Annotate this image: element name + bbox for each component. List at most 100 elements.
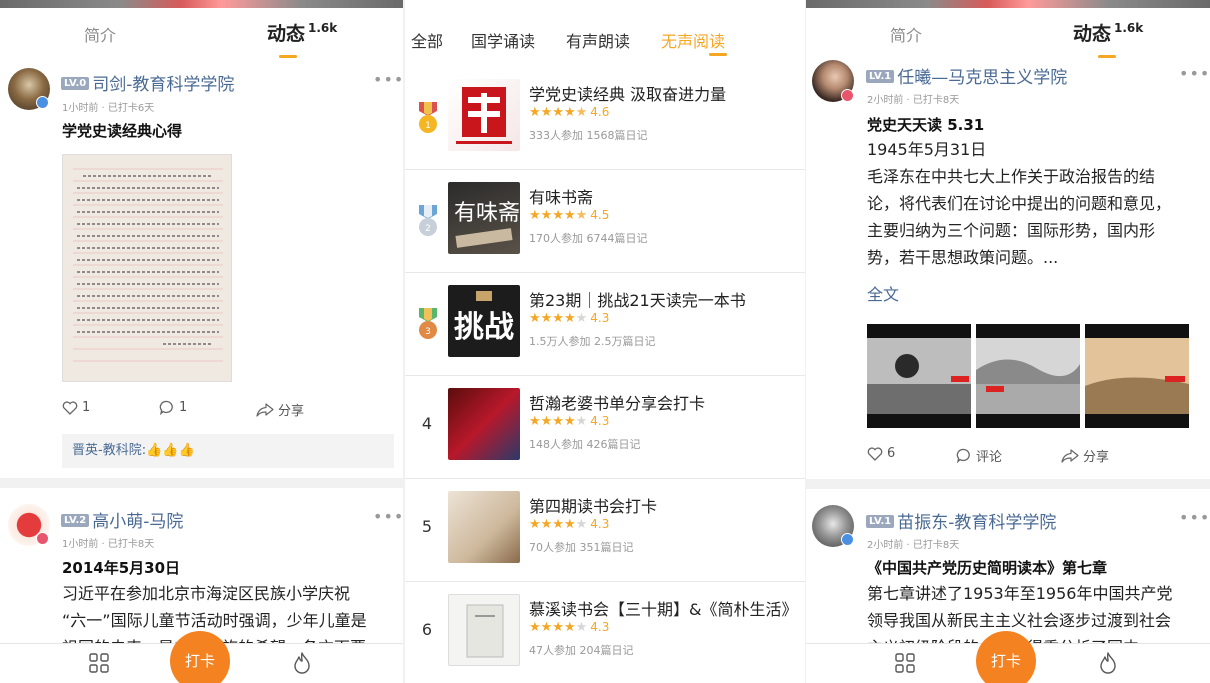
apps-grid-icon[interactable] [894, 652, 916, 674]
tab-bar: 简介 动态 1.6k [0, 8, 403, 60]
cover-art-challenge: 挑战 [454, 291, 514, 345]
more-icon[interactable]: ••• [1179, 64, 1210, 83]
feed-post: LV.0 司剑-教育科学学院 1小时前 · 已打卡6天 ••• 学党史读经典心得 … [0, 60, 403, 478]
list-item[interactable]: 5 第四期读书会打卡 ★★★★★ 4.3 70人参加 351篇日记 [405, 479, 805, 582]
post-body-line: 领导我国从新民主主义社会逐步过渡到社会 [867, 611, 1172, 630]
user-name-text: 司剑-教育科学学院 [92, 75, 235, 95]
tab-intro[interactable]: 简介 [84, 22, 116, 46]
tab-feed[interactable]: 动态 1.6k [1073, 19, 1143, 46]
cover-art-youwei: 有味斋 [454, 201, 520, 248]
checkin-button[interactable]: 打卡 [170, 631, 230, 683]
flame-icon[interactable] [1098, 652, 1118, 674]
post-meta: 2小时前 · 已打卡8天 [867, 95, 960, 106]
rank-number: 5 [421, 517, 433, 536]
verified-badge-icon [841, 533, 854, 546]
cover-image-strip [806, 0, 1210, 8]
svg-text:有味斋: 有味斋 [454, 201, 520, 226]
tab-bar: 简介 动态 1.6k [806, 8, 1210, 60]
user-name[interactable]: LV.1 苗振东-教育科学学院 [866, 508, 1056, 533]
list-item[interactable]: 3 挑战 第23期｜挑战21天读完一本书 ★★★★★ 4.3 1.5万人参加 2.… [405, 273, 805, 376]
list-item[interactable]: 2 有味斋 有味书斋 ★★★★★ 4.5 170人参加 6744篇日记 [405, 170, 805, 273]
item-stats: 47人参加 204篇日记 [529, 644, 634, 657]
tab-active-underline [709, 53, 727, 56]
rating-score: 4.3 [590, 414, 610, 428]
post-title: 2014年5月30日 [62, 559, 181, 577]
share-label: 分享 [1083, 450, 1110, 465]
post-body-line: 第七章讲述了1953年至1956年中国共产党 [867, 584, 1173, 603]
item-stats: 70人参加 351篇日记 [529, 541, 634, 554]
post-title: 学党史读经典心得 [62, 122, 183, 140]
user-name-text: 任曦—马克思主义学院 [897, 68, 1068, 88]
level-badge: LV.0 [61, 76, 90, 90]
post-body-line: 论，将代表们在讨论中提出的问题和意见， [867, 194, 1172, 213]
post-image[interactable] [62, 154, 232, 382]
rating-stars: ★★★★★ 4.3 [529, 517, 610, 532]
verified-badge-icon [841, 89, 854, 102]
list-item[interactable]: 4 哲瀚老婆书单分享会打卡 ★★★★★ 4.3 148人参加 426篇日记 [405, 376, 805, 479]
rating-stars: ★★★★★ 4.6 [529, 105, 610, 120]
user-name-text: 苗振东-教育科学学院 [897, 513, 1057, 533]
flame-icon[interactable] [292, 652, 312, 674]
full-text-link[interactable]: 全文 [867, 281, 899, 305]
share-icon [256, 402, 274, 417]
tab-feed-label: 动态 [1073, 23, 1112, 45]
tab-active-underline [279, 55, 297, 58]
tab-all[interactable]: 全部 [411, 28, 443, 52]
user-name[interactable]: LV.0 司剑-教育科学学院 [61, 70, 234, 95]
svg-text:3: 3 [425, 327, 431, 337]
post-title: 《中国共产党历史简明读本》第七章 [867, 559, 1108, 577]
verified-badge-icon [36, 96, 49, 109]
tab-silent-reading[interactable]: 无声阅读 [661, 28, 725, 52]
rank-number: 4 [421, 414, 433, 433]
cover-image: 有味斋 [448, 182, 520, 254]
rating-stars: ★★★★★ 4.3 [529, 414, 610, 429]
middle-panel: 全部 国学诵读 有声朗读 无声阅读 1 学党史读经典 汲取奋进力量 ★★★★★ 4… [405, 0, 805, 683]
like-button[interactable]: 6 [867, 446, 895, 461]
level-badge: LV.2 [61, 513, 90, 527]
comment-label: 评论 [976, 450, 1003, 465]
comment-text: 👍👍👍 [146, 443, 195, 458]
tab-audio-reading[interactable]: 有声朗读 [566, 28, 630, 52]
checkin-button[interactable]: 打卡 [976, 631, 1036, 683]
like-button[interactable]: 1 [62, 400, 90, 415]
list-item[interactable]: 1 学党史读经典 汲取奋进力量 ★★★★★ 4.6 333人参加 1568篇日记 [405, 67, 805, 170]
comment-button[interactable]: 评论 [956, 446, 1002, 465]
item-title: 学党史读经典 汲取奋进力量 [529, 85, 727, 104]
post-body: 1945年5月31日 毛泽东在中共七大上作关于政治报告的结 论，将代表们在讨论中… [867, 136, 1202, 271]
list-item[interactable]: 6 慕溪读书会【三十期】&《简朴生活》 ★★★★★ 4.3 47人参加 204篇日… [405, 582, 805, 683]
rating-score: 4.3 [590, 620, 610, 634]
bottom-nav: 打卡 [0, 631, 403, 683]
comment-icon [159, 400, 173, 415]
share-button[interactable]: 分享 [256, 400, 304, 419]
level-badge: LV.1 [866, 514, 895, 528]
tab-intro[interactable]: 简介 [890, 22, 922, 46]
cover-image-strip [0, 0, 403, 8]
more-icon[interactable]: ••• [1179, 508, 1210, 527]
user-name[interactable]: LV.1 任曦—马克思主义学院 [866, 63, 1067, 88]
user-name-text: 高小萌-马院 [92, 512, 184, 532]
feed-count: 1.6k [308, 21, 338, 35]
post-image[interactable] [1085, 324, 1189, 428]
like-count: 1 [82, 400, 91, 415]
video-still-3 [1085, 338, 1189, 414]
post-body-line: 1945年5月31日 [867, 140, 987, 159]
post-image[interactable] [976, 324, 1080, 428]
share-button[interactable]: 分享 [1061, 446, 1109, 465]
comment-preview[interactable]: 晋英-教科院:👍👍👍 [62, 434, 394, 468]
tab-guoxue[interactable]: 国学诵读 [471, 28, 535, 52]
user-name[interactable]: LV.2 高小萌-马院 [61, 507, 183, 532]
more-icon[interactable]: ••• [373, 70, 403, 89]
cover-image [448, 491, 520, 563]
tab-active-underline [1098, 55, 1116, 58]
comment-button[interactable]: 1 [159, 400, 187, 415]
item-stats: 1.5万人参加 2.5万篇日记 [529, 335, 656, 348]
verified-badge-icon [36, 532, 49, 545]
tab-feed[interactable]: 动态 1.6k [267, 19, 337, 46]
comment-count: 1 [179, 400, 188, 415]
rating-score: 4.5 [590, 208, 610, 222]
post-image[interactable] [867, 324, 971, 428]
apps-grid-icon[interactable] [88, 652, 110, 674]
more-icon[interactable]: ••• [373, 507, 403, 526]
level-badge: LV.1 [866, 69, 895, 83]
rating-score: 4.3 [590, 517, 610, 531]
